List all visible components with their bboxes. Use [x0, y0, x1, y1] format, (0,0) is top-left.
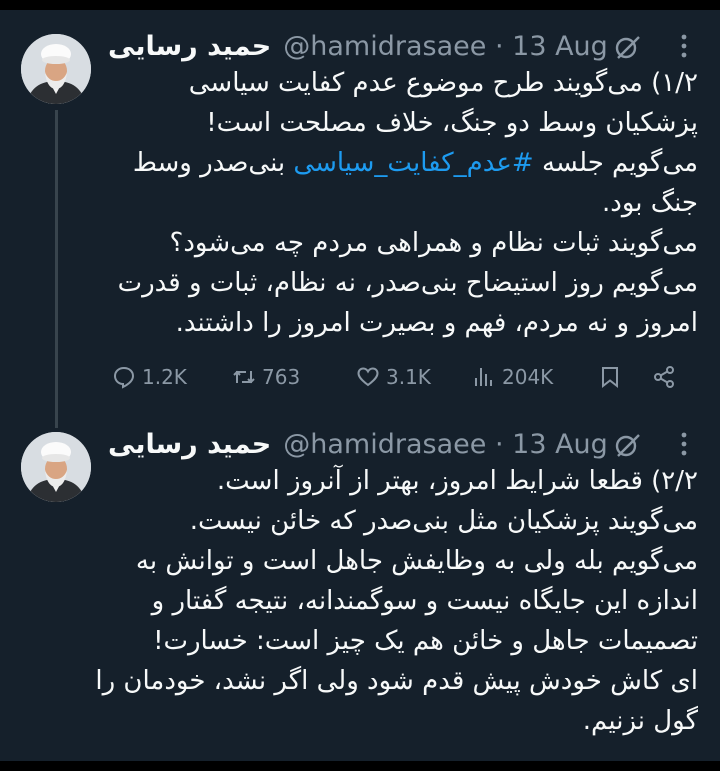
tweet-line: می‌گویم بله ولی به وظایفش جاهل است و توا… [135, 546, 698, 576]
author-avatar[interactable] [21, 432, 91, 502]
tweet-line: می‌گویند ثبات نظام و همراهی مردم چه می‌ش… [169, 228, 698, 258]
author-handle-date[interactable]: @hamidrasaee · 13 Aug [283, 31, 608, 62]
grok-icon[interactable] [613, 32, 643, 62]
tweet-line: ای کاش خودش پیش قدم شود ولی اگر نشد، خود… [95, 666, 698, 696]
screen-top-edge [0, 0, 720, 10]
tweet-text: ۲/۲) قطعا شرایط امروز، بهتر از آنروز است… [95, 461, 698, 741]
bookmark-button[interactable] [598, 361, 622, 393]
author-handle[interactable]: @hamidrasaee [283, 31, 486, 62]
views-icon [475, 368, 492, 386]
tweet-text: ۱/۲) می‌گویند طرح موضوع عدم کفایت سیاسی … [106, 63, 698, 343]
tweet-date[interactable]: 13 Aug [512, 31, 608, 62]
tweet-header: حمید رسایی @hamidrasaee · 13 Aug [108, 28, 708, 64]
tweet-2[interactable]: حمید رسایی @hamidrasaee · 13 Aug ۲/۲) قط… [0, 418, 720, 761]
share-icon [654, 366, 674, 388]
meta-separator: · [494, 30, 504, 62]
like-count: 3.1K [386, 365, 431, 389]
tweet-line: تصمیمات جاهل و خائن هم یک چیز است: خسارت… [153, 626, 698, 656]
retweet-count: 763 [262, 365, 301, 389]
more-icon[interactable] [678, 428, 690, 460]
tweet-line: می‌گویند پزشکیان مثل بنی‌صدر که خائن نیس… [189, 506, 698, 536]
share-button[interactable] [652, 361, 676, 393]
tweet-line: می‌گویم جلسه #عدم_کفایت_سیاسی بنی‌صدر وس… [106, 143, 698, 183]
like-button[interactable]: 3.1K [356, 361, 431, 393]
author-handle[interactable]: @hamidrasaee [283, 429, 486, 460]
like-icon [357, 367, 379, 387]
author-avatar[interactable] [21, 34, 91, 104]
hashtag-link[interactable]: #عدم_کفایت_سیاسی [293, 148, 533, 178]
tweet-line: ۲/۲) قطعا شرایط امروز، بهتر از آنروز است… [216, 466, 698, 496]
tweet-actions: 1.2K 763 3.1K 204K [108, 361, 688, 393]
text-segment: می‌گویم جلسه [533, 148, 698, 178]
tweet-line: امروز و نه مردم، فهم و بصیرت امروز را دا… [175, 308, 698, 338]
views-count: 204K [502, 365, 554, 389]
retweet-button[interactable]: 763 [232, 361, 300, 393]
reply-count: 1.2K [142, 365, 187, 389]
screen-bottom-edge [0, 761, 720, 771]
views-button[interactable]: 204K [472, 361, 553, 393]
tweet-line: می‌گویم روز استیضاح بنی‌صدر، نه نظام، ثب… [117, 268, 698, 298]
retweet-icon [233, 370, 255, 384]
tweet-date[interactable]: 13 Aug [512, 429, 608, 460]
meta-separator: · [494, 428, 504, 460]
tweet-line: جنگ بود. [602, 188, 698, 218]
author-name[interactable]: حمید رسایی [108, 31, 271, 62]
bookmark-icon [602, 367, 618, 389]
thread-connector [55, 110, 58, 428]
tweet-line: پزشکیان وسط دو جنگ، خلاف مصلحت است! [206, 108, 698, 138]
tweet-line: گول نزنیم. [582, 706, 698, 736]
grok-icon[interactable] [613, 430, 643, 460]
author-handle-date[interactable]: @hamidrasaee · 13 Aug [283, 429, 608, 460]
tweet-1[interactable]: حمید رسایی @hamidrasaee · 13 Aug ۱/۲) می… [0, 10, 720, 428]
tweet-line: اندازه این جایگاه نیست و سوگمندانه، نتیج… [151, 586, 698, 616]
tweet-line: ۱/۲) می‌گویند طرح موضوع عدم کفایت سیاسی [188, 68, 698, 98]
more-icon[interactable] [678, 30, 690, 62]
reply-icon [113, 366, 135, 389]
text-segment: بنی‌صدر وسط [132, 148, 294, 178]
author-name[interactable]: حمید رسایی [108, 429, 271, 460]
reply-button[interactable]: 1.2K [112, 361, 187, 393]
tweet-header: حمید رسایی @hamidrasaee · 13 Aug [108, 426, 708, 462]
